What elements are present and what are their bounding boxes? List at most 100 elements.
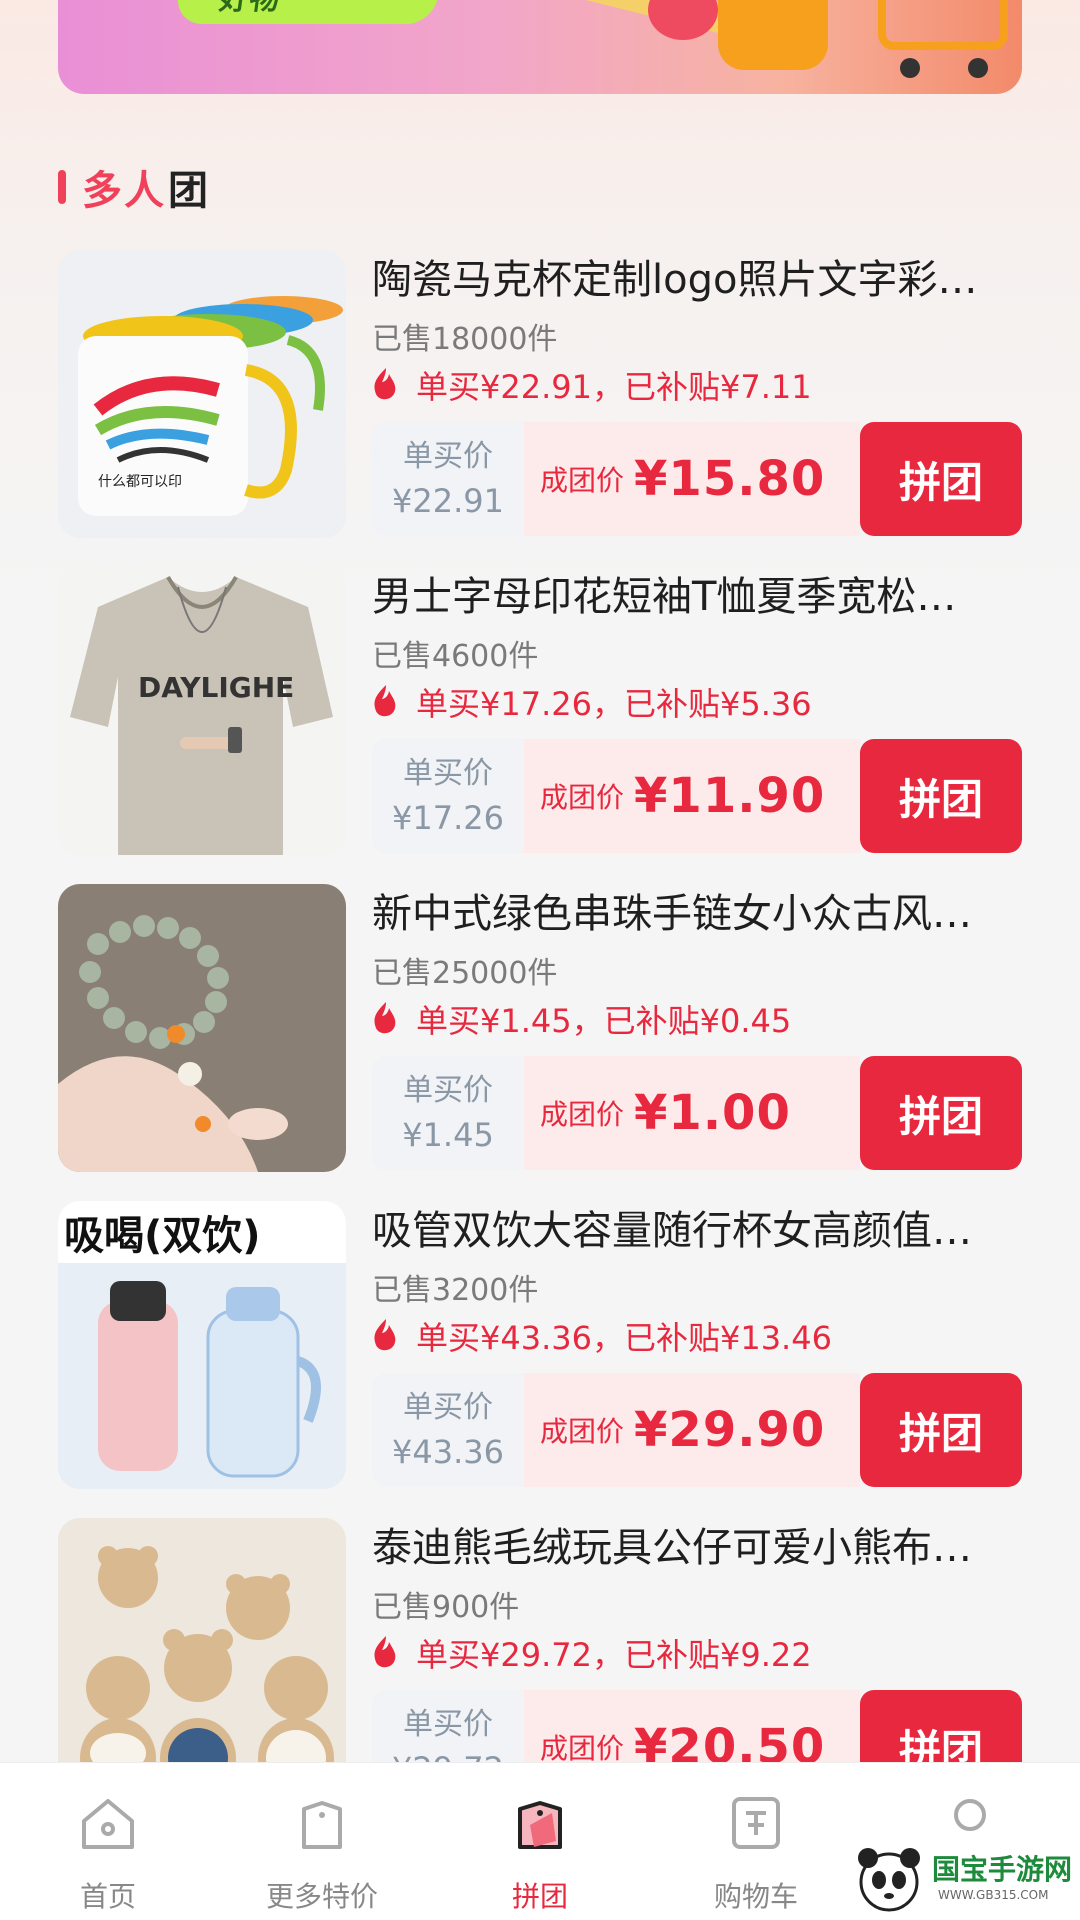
sold-count: 已售4600件 xyxy=(372,639,539,674)
product-card[interactable]: 什么都可以印 陶瓷马克杯定制logo照片文字彩… 已售18000件 单买¥22.… xyxy=(0,250,1080,540)
shopping-cart-illustration xyxy=(878,0,1008,50)
cart-wheel xyxy=(968,58,988,78)
single-price-label: 单买价 xyxy=(403,439,493,474)
price-bar: 单买价 ¥22.91 成团价 ¥15.80 拼团 xyxy=(372,422,1022,536)
bottle-banner-text: 吸喝(双饮) xyxy=(64,1213,261,1259)
product-title[interactable]: 泰迪熊毛绒玩具公仔可爱小熊布… xyxy=(372,1522,1022,1574)
product-title[interactable]: 男士字母印花短袖T恤夏季宽松… xyxy=(372,571,1022,623)
single-price-box: 单买价 ¥17.26 xyxy=(372,739,524,853)
group-price-value: ¥29.90 xyxy=(634,1402,826,1458)
single-price-label: 单买价 xyxy=(403,756,493,791)
single-price-label: 单买价 xyxy=(403,1390,493,1425)
product-title[interactable]: 吸管双饮大容量随行杯女高颜值… xyxy=(372,1205,1022,1257)
product-title[interactable]: 陶瓷马克杯定制logo照片文字彩… xyxy=(372,254,1022,306)
watermark-name: 国宝手游网 xyxy=(932,1853,1073,1886)
flame-icon xyxy=(374,1319,396,1351)
single-price-label: 单买价 xyxy=(403,1073,493,1108)
subsidy-info: 单买¥17.26，已补贴¥5.36 xyxy=(372,679,812,725)
nav-label: 首页 xyxy=(79,1880,136,1913)
product-card[interactable]: 新中式绿色串珠手链女小众古风… 已售25000件 单买¥1.45，已补贴¥0.4… xyxy=(0,884,1080,1174)
sold-count: 已售25000件 xyxy=(372,956,558,991)
group-price-box: 成团价 ¥1.00 xyxy=(524,1056,860,1170)
subsidy-info: 单买¥1.45，已补贴¥0.45 xyxy=(372,996,791,1042)
section-title-bar xyxy=(58,170,66,204)
sold-count: 已售3200件 xyxy=(372,1273,539,1308)
flame-icon xyxy=(374,1636,396,1668)
subsidy-info: 单买¥29.72，已补贴¥9.22 xyxy=(372,1630,812,1676)
subsidy-info: 单买¥43.36，已补贴¥13.46 xyxy=(372,1313,832,1359)
nav-item-more-deals[interactable]: 更多特价 xyxy=(232,1763,412,1920)
sold-count: 已售900件 xyxy=(372,1590,520,1625)
banner-pill: 好物 xyxy=(174,0,442,24)
price-tag-icon xyxy=(302,1801,342,1849)
single-price-value: ¥17.26 xyxy=(392,799,504,837)
group-price-label: 成团价 xyxy=(540,1415,625,1448)
group-price-value: ¥1.00 xyxy=(634,1085,791,1141)
nav-item-home[interactable]: 首页 xyxy=(18,1763,198,1920)
group-price-box: 成团价 ¥29.90 xyxy=(524,1373,860,1487)
group-buy-button[interactable]: 拼团 xyxy=(860,422,1022,536)
nav-item-cart[interactable]: 购物车 xyxy=(666,1763,846,1920)
nav-label: 更多特价 xyxy=(265,1880,378,1913)
section-title-rest: 团 xyxy=(168,168,208,214)
watermark-url: WWW.GB315.COM xyxy=(938,1888,1049,1902)
single-price-value: ¥43.36 xyxy=(392,1433,504,1471)
bracelet-illustration xyxy=(58,884,346,1172)
tshirt-print-text: DAYLIGHE xyxy=(138,671,294,704)
subsidy-text: 单买¥1.45，已补贴¥0.45 xyxy=(416,1002,792,1040)
price-bar: 单买价 ¥17.26 成团价 ¥11.90 拼团 xyxy=(372,739,1022,853)
price-bar: 单买价 ¥43.36 成团价 ¥29.90 拼团 xyxy=(372,1373,1022,1487)
product-title[interactable]: 新中式绿色串珠手链女小众古风… xyxy=(372,888,1022,940)
group-buy-button[interactable]: 拼团 xyxy=(860,739,1022,853)
section-title-accent: 多人 xyxy=(82,168,166,214)
subsidy-text: 单买¥43.36，已补贴¥13.46 xyxy=(416,1319,832,1357)
flame-icon xyxy=(374,368,396,400)
special-offer-icon xyxy=(732,1797,780,1849)
single-price-box: 单买价 ¥43.36 xyxy=(372,1373,524,1487)
single-price-box: 单买价 ¥22.91 xyxy=(372,422,524,536)
product-card[interactable]: DAYLIGHE 男士字母印花短袖T恤夏季宽松… 已售4600件 单买¥17.2… xyxy=(0,567,1080,857)
price-bar: 单买价 ¥1.45 成团价 ¥1.00 拼团 xyxy=(372,1056,1022,1170)
group-buy-button[interactable]: 拼团 xyxy=(860,1373,1022,1487)
banner-pill-text: 好物 xyxy=(217,0,283,18)
product-card[interactable]: 吸喝(双饮) 吸管双饮大容量随行杯女高颜值… 已售3200件 单买¥43.36，… xyxy=(0,1201,1080,1491)
bottle-image[interactable]: 吸喝(双饮) xyxy=(58,1201,346,1489)
subsidy-text: 单买¥17.26，已补贴¥5.36 xyxy=(416,685,812,723)
tshirt-illustration: DAYLIGHE xyxy=(58,567,346,855)
mug-print-text: 什么都可以印 xyxy=(98,474,182,490)
group-price-label: 成团价 xyxy=(540,1732,625,1765)
panda-logo-icon xyxy=(858,1848,920,1912)
nav-label: 购物车 xyxy=(713,1880,798,1913)
mug-image[interactable]: 什么都可以印 xyxy=(58,250,346,538)
site-watermark: 国宝手游网 WWW.GB315.COM xyxy=(828,1836,1080,1920)
cart-wheel xyxy=(900,58,920,78)
group-buy-icon xyxy=(518,1801,562,1849)
single-price-label: 单买价 xyxy=(403,1707,493,1742)
promo-banner[interactable]: 好物 xyxy=(58,0,1022,94)
banner-gift-decoration xyxy=(648,0,718,40)
group-price-box: 成团价 ¥15.80 xyxy=(524,422,860,536)
section-title: 多人 团 xyxy=(58,164,208,214)
nav-label: 拼团 xyxy=(511,1880,568,1913)
single-price-box: 单买价 ¥1.45 xyxy=(372,1056,524,1170)
sold-count: 已售18000件 xyxy=(372,322,558,357)
single-price-value: ¥22.91 xyxy=(392,482,504,520)
group-price-box: 成团价 ¥11.90 xyxy=(524,739,860,853)
banner-bag-decoration xyxy=(718,0,828,70)
group-price-label: 成团价 xyxy=(540,781,625,814)
tshirt-image[interactable]: DAYLIGHE xyxy=(58,567,346,855)
subsidy-info: 单买¥22.91，已补贴¥7.11 xyxy=(372,362,812,408)
nav-item-group-buy[interactable]: 拼团 xyxy=(450,1763,630,1920)
bracelet-image[interactable] xyxy=(58,884,346,1172)
group-price-value: ¥11.90 xyxy=(634,768,826,824)
group-price-label: 成团价 xyxy=(540,464,625,497)
flame-icon xyxy=(374,685,396,717)
subsidy-text: 单买¥29.72，已补贴¥9.22 xyxy=(416,1636,812,1674)
flame-icon xyxy=(374,1002,396,1034)
bottle-illustration: 吸喝(双饮) xyxy=(58,1201,346,1489)
single-price-value: ¥1.45 xyxy=(402,1116,494,1154)
mug-illustration: 什么都可以印 xyxy=(58,250,346,538)
group-buy-button[interactable]: 拼团 xyxy=(860,1056,1022,1170)
subsidy-text: 单买¥22.91，已补贴¥7.11 xyxy=(416,368,812,406)
group-price-value: ¥15.80 xyxy=(634,451,826,507)
